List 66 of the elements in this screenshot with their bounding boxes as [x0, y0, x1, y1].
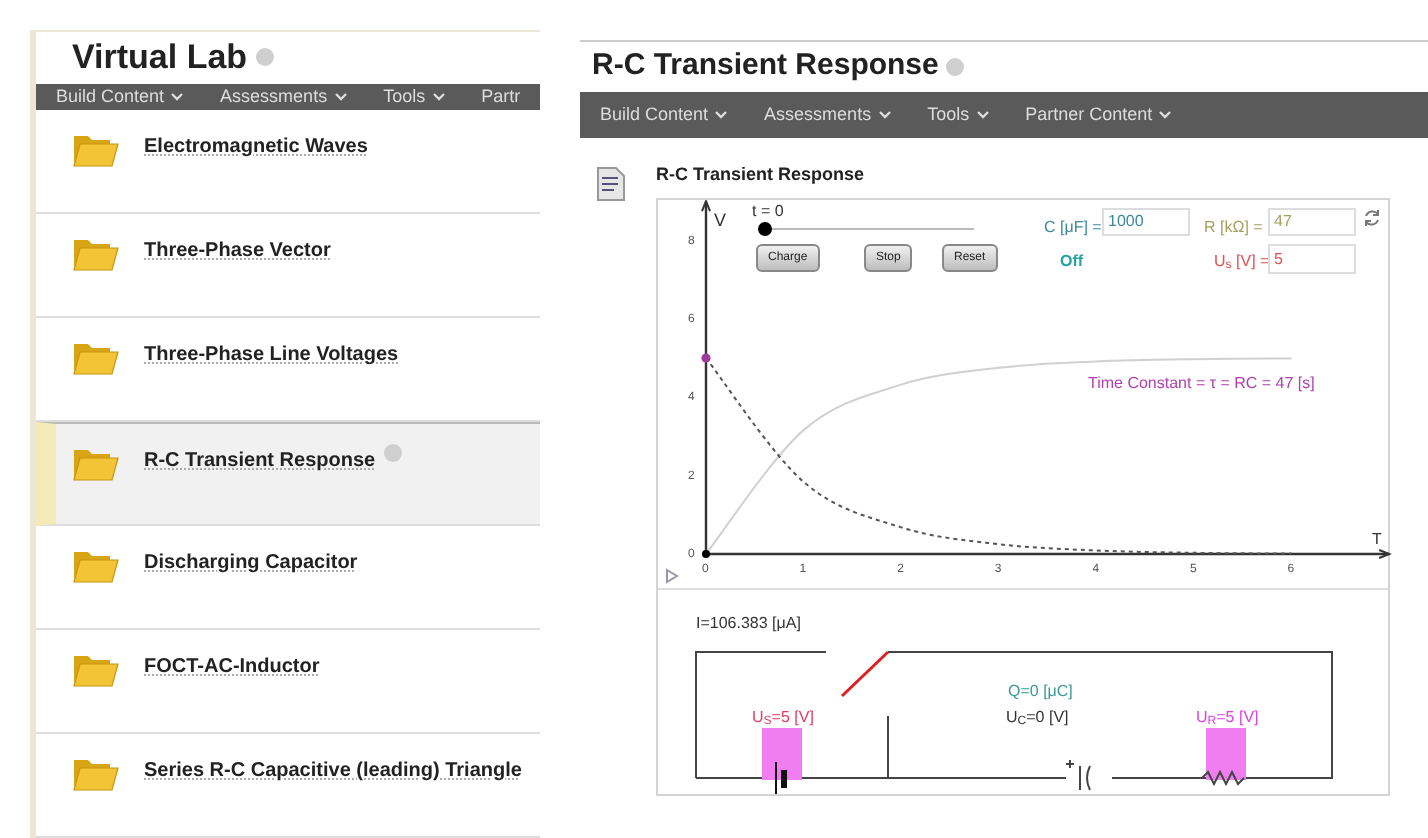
folder-icon: [72, 130, 120, 168]
menu-item[interactable]: Partr: [481, 83, 521, 110]
folder-icon: [72, 444, 120, 482]
charge-reading: Q=0 [μC]: [1008, 679, 1073, 703]
field-label: U$_{s}$ [V] =: [1214, 249, 1270, 273]
caret-icon: [170, 91, 185, 102]
content-item[interactable]: FOCT-AC-Inductor: [36, 630, 540, 734]
item-link[interactable]: R-C Transient Response: [144, 446, 376, 476]
refresh-icon[interactable]: [1362, 207, 1382, 227]
caret-icon: [1158, 110, 1173, 120]
menu-item[interactable]: Assessments: [764, 101, 892, 129]
y-axis-label: V: [714, 209, 727, 229]
folder-icon: [72, 754, 120, 792]
time-label: t = 0: [752, 199, 784, 223]
item-link[interactable]: FOCT-AC-Inductor: [144, 652, 320, 682]
caret-icon: [877, 110, 892, 120]
caret-icon: [975, 110, 990, 120]
menu-item[interactable]: Partner Content: [1025, 101, 1173, 129]
curve-point: [701, 352, 711, 362]
time-slider[interactable]: [758, 221, 974, 235]
time-constant-text: Time Constant = τ = RC = 47 [s]: [1088, 371, 1315, 395]
source-highlight: [762, 727, 802, 779]
item-link[interactable]: Electromagnetic Waves: [144, 132, 368, 162]
resistor-voltage: U$_{R}$=5 [V]: [1196, 705, 1259, 729]
battery-icon: [775, 760, 787, 794]
content-item[interactable]: Discharging Capacitor: [36, 526, 540, 630]
content-item[interactable]: Three-Phase Vector: [36, 214, 540, 318]
page-title: R-C Transient Response: [592, 46, 939, 87]
slider-thumb[interactable]: [758, 221, 772, 235]
content-item[interactable]: Electromagnetic Waves: [36, 110, 540, 214]
item-title: R-C Transient Response: [656, 162, 867, 188]
caret-icon: [714, 110, 729, 120]
content-item[interactable]: R-C Transient Response: [36, 422, 540, 526]
x-axis-label: T: [1372, 529, 1382, 547]
circuit-switch[interactable]: [840, 649, 890, 697]
field-label: R [kΩ] =: [1204, 215, 1263, 239]
capacitor-icon: [1065, 758, 1091, 790]
play-icon[interactable]: [664, 567, 680, 583]
item-link[interactable]: Series R-C Capacitive (leading) Triangle: [144, 756, 522, 786]
caret-icon: [431, 91, 446, 102]
field-label: C [μF] =: [1044, 215, 1102, 239]
folder-icon: [72, 650, 120, 688]
source-voltage: U$_{S}$=5 [V]: [752, 705, 814, 729]
caret-icon: [333, 91, 348, 102]
document-icon: [596, 166, 626, 202]
item-link[interactable]: Discharging Capacitor: [144, 548, 358, 578]
origin-point: [702, 549, 710, 557]
item-link[interactable]: Three-Phase Line Voltages: [144, 340, 399, 370]
folder-icon: [72, 546, 120, 584]
resistor-highlight: [1206, 727, 1246, 779]
page-title: Virtual Lab: [72, 36, 248, 80]
switch-state: Off: [1060, 249, 1084, 273]
capacitor-voltage: U$_{C}$=0 [V]: [1006, 705, 1069, 729]
item-link[interactable]: Three-Phase Vector: [144, 236, 331, 266]
menu-item[interactable]: Tools: [927, 101, 990, 129]
resistor-icon: [1201, 768, 1245, 786]
folder-icon: [72, 338, 120, 376]
menu-item[interactable]: Tools: [383, 83, 446, 110]
current-reading: I=106.383 [μA]: [696, 611, 801, 635]
menu-item[interactable]: Assessments: [220, 83, 348, 110]
content-item[interactable]: Series R-C Capacitive (leading) Triangle: [36, 734, 540, 838]
menu-item[interactable]: Build Content: [600, 101, 729, 129]
capacitance-field[interactable]: 1000: [1102, 207, 1190, 235]
menu-item[interactable]: Build Content: [56, 83, 185, 110]
voltage-field[interactable]: 5: [1268, 243, 1356, 273]
folder-icon: [72, 234, 120, 272]
